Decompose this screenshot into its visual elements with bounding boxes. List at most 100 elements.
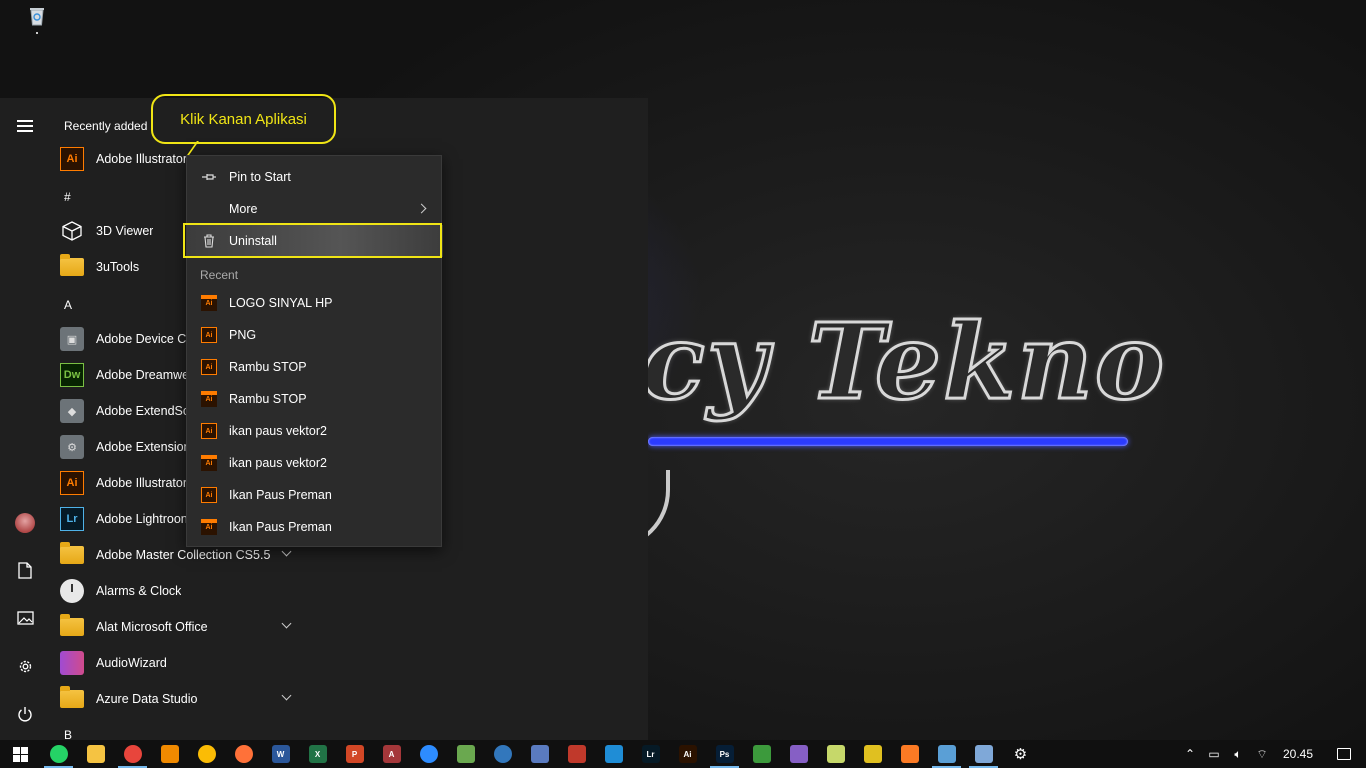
pictures-icon[interactable]: [10, 603, 40, 633]
power-icon[interactable]: [10, 699, 40, 729]
uninstall-label: Uninstall: [229, 234, 277, 248]
recent-file-item[interactable]: Ai Ikan Paus Preman: [187, 479, 443, 511]
taskbar-paint-icon[interactable]: [965, 740, 1002, 768]
taskbar-chrome-icon[interactable]: [114, 740, 151, 768]
cube-icon: [60, 219, 84, 243]
taskbar-app-22-icon[interactable]: [854, 740, 891, 768]
app-item-alat-microsoft-office[interactable]: Alat Microsoft Office: [60, 610, 320, 644]
clock-icon: [60, 579, 84, 603]
more-item[interactable]: More: [187, 193, 443, 225]
chevron-right-icon: [416, 203, 427, 214]
section-letter-hash[interactable]: #: [64, 190, 71, 204]
recent-file-label: Ikan Paus Preman: [229, 488, 332, 502]
taskbar-app-11-icon[interactable]: [447, 740, 484, 768]
recent-file-item[interactable]: Ai Ikan Paus Preman: [187, 511, 443, 543]
wifi-icon[interactable]: ⌔: [1250, 747, 1274, 762]
app-item-label: Adobe Illustrator: [96, 152, 188, 166]
chevron-down-icon[interactable]: [281, 546, 292, 557]
taskbar-settings-icon[interactable]: ⚙: [1002, 740, 1039, 768]
word-icon: W: [271, 745, 290, 763]
edge-icon: [493, 745, 512, 763]
excel-icon: X: [308, 745, 327, 763]
taskbar-access-icon[interactable]: A: [373, 740, 410, 768]
lightroom-icon: Lr: [60, 507, 84, 531]
taskbar-file-explorer-icon[interactable]: [77, 740, 114, 768]
uninstall-item[interactable]: Uninstall: [187, 225, 443, 257]
settings-icon[interactable]: [10, 651, 40, 681]
taskbar-chrome-2-icon[interactable]: [188, 740, 225, 768]
taskbar-virtualbox-icon[interactable]: [928, 740, 965, 768]
taskbar-camera-icon[interactable]: [595, 740, 632, 768]
start-menu-rail: [0, 98, 50, 740]
app-item-label: Adobe Master Collection CS5.5: [96, 548, 271, 562]
taskbar-photoshop-icon[interactable]: Ps: [706, 740, 743, 768]
recent-file-label: ikan paus vektor2: [229, 424, 327, 438]
taskbar-app-19-icon[interactable]: [743, 740, 780, 768]
xampp-icon: [900, 745, 919, 763]
taskbar-word-icon[interactable]: W: [262, 740, 299, 768]
app-11-icon: [456, 745, 475, 763]
more-label: More: [229, 202, 258, 216]
app-item-audiowizard[interactable]: AudioWizard: [60, 646, 320, 680]
taskbar-powerpoint-icon[interactable]: P: [336, 740, 373, 768]
notification-center-icon[interactable]: [1322, 748, 1366, 760]
taskbar-vlc-icon[interactable]: [151, 740, 188, 768]
recent-file-item[interactable]: Ai ikan paus vektor2: [187, 415, 443, 447]
recent-file-item[interactable]: Ai Rambu STOP: [187, 351, 443, 383]
illustrator-file-icon: Ai: [201, 295, 217, 311]
chevron-up-icon[interactable]: ⌃: [1178, 747, 1202, 761]
camera-icon: [604, 745, 623, 763]
hamburger-menu-icon[interactable]: [10, 111, 40, 141]
battery-icon[interactable]: ▭: [1202, 747, 1226, 761]
settings-icon: ⚙: [1011, 745, 1030, 763]
recycle-bin-icon[interactable]: [28, 6, 46, 26]
chevron-down-icon[interactable]: [281, 618, 292, 629]
app-item-azure-data-studio[interactable]: Azure Data Studio: [60, 682, 320, 716]
visual-studio-icon: [789, 745, 808, 763]
wallpaper-line: [648, 437, 1128, 446]
illustrator-icon: Ai: [60, 471, 84, 495]
taskbar-xampp-icon[interactable]: [891, 740, 928, 768]
taskbar-notepad-icon[interactable]: [817, 740, 854, 768]
recent-file-item[interactable]: Ai ikan paus vektor2: [187, 447, 443, 479]
illustrator-file-icon: Ai: [201, 391, 217, 407]
app-item-alarms-clock[interactable]: Alarms & Clock: [60, 574, 320, 608]
trash-icon: [201, 234, 217, 248]
lightroom-icon: Lr: [641, 745, 660, 763]
taskbar-firefox-icon[interactable]: [225, 740, 262, 768]
user-avatar[interactable]: [10, 508, 40, 538]
taskbar-illustrator-icon[interactable]: Ai: [669, 740, 706, 768]
photoshop-icon: Ps: [715, 745, 734, 763]
recent-file-label: Rambu STOP: [229, 392, 307, 406]
recent-file-item[interactable]: Ai LOGO SINYAL HP: [187, 287, 443, 319]
section-letter-a[interactable]: A: [64, 298, 72, 312]
taskbar-visual-studio-icon[interactable]: [780, 740, 817, 768]
taskbar-whatsapp-icon[interactable]: [40, 740, 77, 768]
illustrator-file-icon: Ai: [201, 519, 217, 535]
recent-file-item[interactable]: Ai PNG: [187, 319, 443, 351]
chevron-down-icon[interactable]: [281, 690, 292, 701]
taskbar-app-13-icon[interactable]: [521, 740, 558, 768]
taskbar-lightroom-icon[interactable]: Lr: [632, 740, 669, 768]
recently-added-header: Recently added: [64, 119, 148, 133]
adobe-extendscript-icon: ◆: [60, 399, 84, 423]
file-explorer-icon: [86, 745, 105, 763]
pin-to-start-item[interactable]: Pin to Start: [187, 161, 443, 193]
illustrator-file-icon: Ai: [201, 423, 217, 439]
app-item-label: Adobe Lightroon: [96, 512, 188, 526]
recycle-bin-label: [36, 32, 38, 34]
taskbar-zoom-icon[interactable]: [410, 740, 447, 768]
wallpaper-text: icy Tekno: [598, 299, 1167, 425]
volume-icon[interactable]: 🔈︎: [1226, 747, 1250, 762]
dreamweaver-icon: Dw: [60, 363, 84, 387]
recent-file-item[interactable]: Ai Rambu STOP: [187, 383, 443, 415]
app-item-label: Adobe Dreamwe: [96, 368, 190, 382]
illustrator-file-icon: Ai: [201, 455, 217, 471]
taskbar-edge-icon[interactable]: [484, 740, 521, 768]
documents-icon[interactable]: [10, 555, 40, 585]
start-button[interactable]: [0, 740, 40, 768]
section-letter-b[interactable]: B: [64, 728, 72, 740]
clock[interactable]: 20.45: [1274, 747, 1322, 761]
taskbar-app-14-icon[interactable]: [558, 740, 595, 768]
taskbar-excel-icon[interactable]: X: [299, 740, 336, 768]
